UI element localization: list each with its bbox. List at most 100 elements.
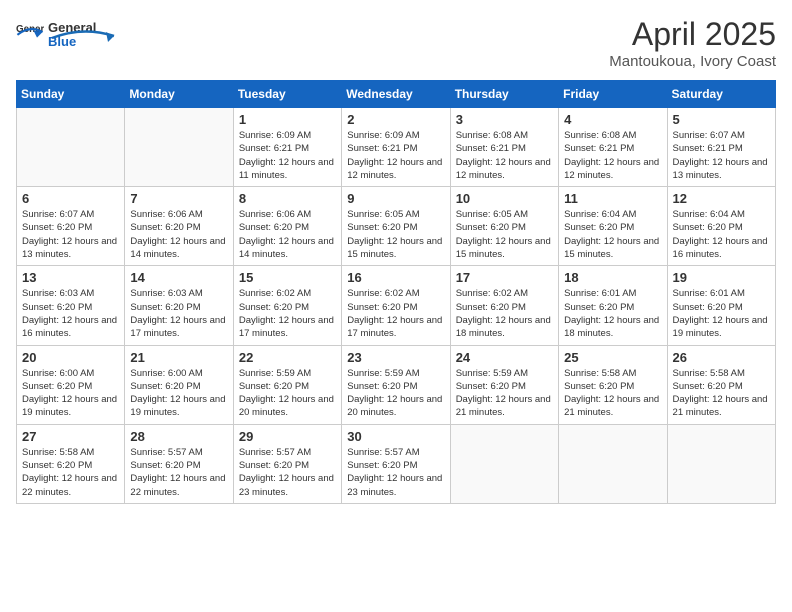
day-info: Sunrise: 6:03 AM Sunset: 6:20 PM Dayligh… xyxy=(22,287,119,340)
calendar-cell: 2 Sunrise: 6:09 AM Sunset: 6:21 PM Daylig… xyxy=(342,108,450,187)
calendar-cell: 27 Sunrise: 5:58 AM Sunset: 6:20 PM Dayli… xyxy=(17,424,125,503)
calendar-cell: 5 Sunrise: 6:07 AM Sunset: 6:21 PM Daylig… xyxy=(667,108,775,187)
day-number: 5 xyxy=(673,112,770,127)
day-number: 22 xyxy=(239,350,336,365)
day-info: Sunrise: 6:07 AM Sunset: 6:21 PM Dayligh… xyxy=(673,129,770,182)
day-info: Sunrise: 6:00 AM Sunset: 6:20 PM Dayligh… xyxy=(130,367,227,420)
day-info: Sunrise: 6:06 AM Sunset: 6:20 PM Dayligh… xyxy=(130,208,227,261)
calendar-cell: 18Sunrise: 6:01 AM Sunset: 6:20 PM Dayli… xyxy=(559,266,667,345)
day-info: Sunrise: 5:58 AM Sunset: 6:20 PM Dayligh… xyxy=(673,367,770,420)
weekday-header-friday: Friday xyxy=(559,81,667,108)
day-number: 10 xyxy=(456,191,553,206)
day-number: 3 xyxy=(456,112,553,127)
calendar-week-row: 20 Sunrise: 6:00 AM Sunset: 6:20 PM Dayli… xyxy=(17,345,776,424)
calendar-cell: 24 Sunrise: 5:59 AM Sunset: 6:20 PM Dayli… xyxy=(450,345,558,424)
day-number: 2 xyxy=(347,112,444,127)
calendar-cell xyxy=(559,424,667,503)
calendar-cell: 4 Sunrise: 6:08 AM Sunset: 6:21 PM Daylig… xyxy=(559,108,667,187)
day-info: Sunrise: 6:04 AM Sunset: 6:20 PM Dayligh… xyxy=(673,208,770,261)
day-number: 26 xyxy=(673,350,770,365)
day-info: Sunrise: 6:08 AM Sunset: 6:21 PM Dayligh… xyxy=(456,129,553,182)
day-number: 24 xyxy=(456,350,553,365)
calendar-cell: 10 Sunrise: 6:05 AM Sunset: 6:20 PM Dayli… xyxy=(450,187,558,266)
logo-svg: General Blue xyxy=(48,16,118,48)
calendar-cell: 23Sunrise: 5:59 AM Sunset: 6:20 PM Dayli… xyxy=(342,345,450,424)
calendar-cell: 12 Sunrise: 6:04 AM Sunset: 6:20 PM Dayli… xyxy=(667,187,775,266)
calendar-cell: 6 Sunrise: 6:07 AM Sunset: 6:20 PM Daylig… xyxy=(17,187,125,266)
day-number: 1 xyxy=(239,112,336,127)
day-number: 18 xyxy=(564,270,661,285)
calendar-cell: 19 Sunrise: 6:01 AM Sunset: 6:20 PM Dayli… xyxy=(667,266,775,345)
calendar-week-row: 6 Sunrise: 6:07 AM Sunset: 6:20 PM Daylig… xyxy=(17,187,776,266)
weekday-header-monday: Monday xyxy=(125,81,233,108)
calendar-week-row: 1 Sunrise: 6:09 AM Sunset: 6:21 PM Daylig… xyxy=(17,108,776,187)
day-info: Sunrise: 5:59 AM Sunset: 6:20 PM Dayligh… xyxy=(239,367,336,420)
calendar-cell: 3 Sunrise: 6:08 AM Sunset: 6:21 PM Daylig… xyxy=(450,108,558,187)
day-number: 20 xyxy=(22,350,119,365)
day-info: Sunrise: 6:07 AM Sunset: 6:20 PM Dayligh… xyxy=(22,208,119,261)
logo: General General Blue xyxy=(16,16,118,48)
day-number: 17 xyxy=(456,270,553,285)
day-info: Sunrise: 5:57 AM Sunset: 6:20 PM Dayligh… xyxy=(130,446,227,499)
calendar-header-row: SundayMondayTuesdayWednesdayThursdayFrid… xyxy=(17,81,776,108)
day-info: Sunrise: 5:57 AM Sunset: 6:20 PM Dayligh… xyxy=(239,446,336,499)
day-info: Sunrise: 6:09 AM Sunset: 6:21 PM Dayligh… xyxy=(347,129,444,182)
day-info: Sunrise: 6:00 AM Sunset: 6:20 PM Dayligh… xyxy=(22,367,119,420)
day-info: Sunrise: 6:01 AM Sunset: 6:20 PM Dayligh… xyxy=(673,287,770,340)
weekday-header-wednesday: Wednesday xyxy=(342,81,450,108)
calendar-cell: 11 Sunrise: 6:04 AM Sunset: 6:20 PM Dayli… xyxy=(559,187,667,266)
calendar-cell: 21Sunrise: 6:00 AM Sunset: 6:20 PM Dayli… xyxy=(125,345,233,424)
day-number: 19 xyxy=(673,270,770,285)
day-info: Sunrise: 6:02 AM Sunset: 6:20 PM Dayligh… xyxy=(456,287,553,340)
day-number: 9 xyxy=(347,191,444,206)
day-info: Sunrise: 5:58 AM Sunset: 6:20 PM Dayligh… xyxy=(564,367,661,420)
calendar-week-row: 13 Sunrise: 6:03 AM Sunset: 6:20 PM Dayli… xyxy=(17,266,776,345)
location-title: Mantoukoua, Ivory Coast xyxy=(609,53,776,70)
day-info: Sunrise: 6:02 AM Sunset: 6:20 PM Dayligh… xyxy=(347,287,444,340)
calendar-cell: 29 Sunrise: 5:57 AM Sunset: 6:20 PM Dayli… xyxy=(233,424,341,503)
day-number: 25 xyxy=(564,350,661,365)
day-number: 29 xyxy=(239,429,336,444)
day-info: Sunrise: 5:59 AM Sunset: 6:20 PM Dayligh… xyxy=(456,367,553,420)
calendar-table: SundayMondayTuesdayWednesdayThursdayFrid… xyxy=(16,80,776,504)
day-number: 11 xyxy=(564,191,661,206)
calendar-cell: 9 Sunrise: 6:05 AM Sunset: 6:20 PM Daylig… xyxy=(342,187,450,266)
day-number: 12 xyxy=(673,191,770,206)
day-number: 30 xyxy=(347,429,444,444)
svg-text:Blue: Blue xyxy=(48,34,76,48)
day-info: Sunrise: 6:08 AM Sunset: 6:21 PM Dayligh… xyxy=(564,129,661,182)
calendar-cell: 20 Sunrise: 6:00 AM Sunset: 6:20 PM Dayli… xyxy=(17,345,125,424)
calendar-cell: 22 Sunrise: 5:59 AM Sunset: 6:20 PM Dayli… xyxy=(233,345,341,424)
calendar-cell: 17 Sunrise: 6:02 AM Sunset: 6:20 PM Dayli… xyxy=(450,266,558,345)
day-number: 14 xyxy=(130,270,227,285)
day-number: 27 xyxy=(22,429,119,444)
calendar-cell: 16 Sunrise: 6:02 AM Sunset: 6:20 PM Dayli… xyxy=(342,266,450,345)
day-number: 13 xyxy=(22,270,119,285)
weekday-header-sunday: Sunday xyxy=(17,81,125,108)
calendar-cell xyxy=(450,424,558,503)
calendar-cell: 1Sunrise: 6:09 AM Sunset: 6:21 PM Daylig… xyxy=(233,108,341,187)
day-info: Sunrise: 6:05 AM Sunset: 6:20 PM Dayligh… xyxy=(456,208,553,261)
day-number: 6 xyxy=(22,191,119,206)
calendar-cell: 15Sunrise: 6:02 AM Sunset: 6:20 PM Dayli… xyxy=(233,266,341,345)
calendar-cell: 13 Sunrise: 6:03 AM Sunset: 6:20 PM Dayli… xyxy=(17,266,125,345)
calendar-cell: 28 Sunrise: 5:57 AM Sunset: 6:20 PM Dayli… xyxy=(125,424,233,503)
day-info: Sunrise: 6:02 AM Sunset: 6:20 PM Dayligh… xyxy=(239,287,336,340)
calendar-cell xyxy=(667,424,775,503)
day-info: Sunrise: 5:58 AM Sunset: 6:20 PM Dayligh… xyxy=(22,446,119,499)
weekday-header-saturday: Saturday xyxy=(667,81,775,108)
day-number: 16 xyxy=(347,270,444,285)
day-number: 23 xyxy=(347,350,444,365)
day-info: Sunrise: 6:04 AM Sunset: 6:20 PM Dayligh… xyxy=(564,208,661,261)
day-number: 7 xyxy=(130,191,227,206)
calendar-cell xyxy=(125,108,233,187)
day-number: 4 xyxy=(564,112,661,127)
calendar-cell: 8Sunrise: 6:06 AM Sunset: 6:20 PM Daylig… xyxy=(233,187,341,266)
day-number: 28 xyxy=(130,429,227,444)
calendar-cell xyxy=(17,108,125,187)
logo-icon: General xyxy=(16,18,44,46)
day-info: Sunrise: 6:05 AM Sunset: 6:20 PM Dayligh… xyxy=(347,208,444,261)
calendar-cell: 14Sunrise: 6:03 AM Sunset: 6:20 PM Dayli… xyxy=(125,266,233,345)
weekday-header-thursday: Thursday xyxy=(450,81,558,108)
day-info: Sunrise: 5:57 AM Sunset: 6:20 PM Dayligh… xyxy=(347,446,444,499)
